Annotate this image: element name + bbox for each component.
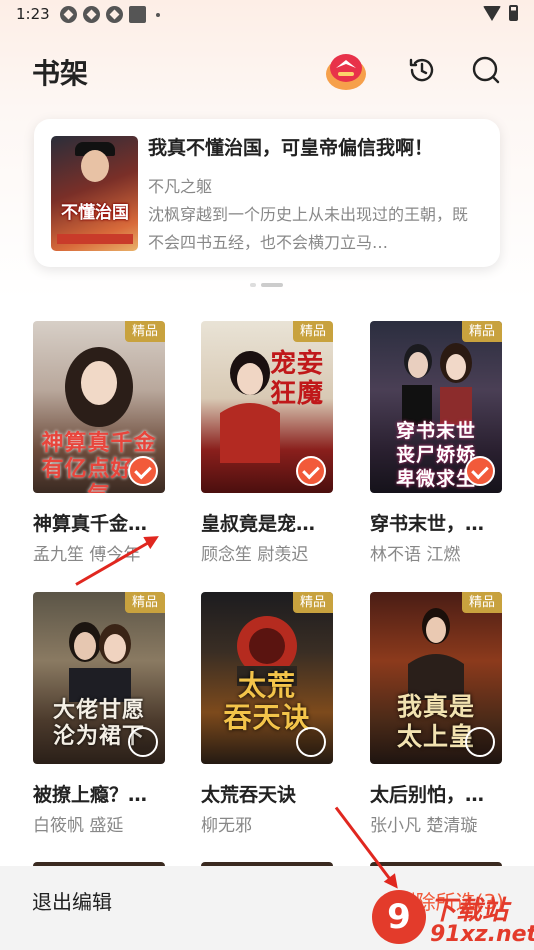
book-cover: 宠妾狂魔 精品 <box>201 321 333 493</box>
book-authors: 顾念笙 尉羡迟 <box>201 545 309 565</box>
cover-art-banner <box>57 234 133 244</box>
app-notification-icon <box>60 6 77 23</box>
premium-tag: 精品 <box>125 321 165 342</box>
history-icon[interactable] <box>406 54 438 86</box>
pager-dot <box>250 283 256 287</box>
book-title: 太后别怕，… <box>370 784 485 806</box>
featured-book-title: 我真不懂治国，可皇帝偏信我啊！ <box>148 137 434 159</box>
cover-figure-face <box>81 150 109 182</box>
selected-check-icon[interactable] <box>128 456 158 486</box>
selected-check-icon[interactable] <box>296 456 326 486</box>
system-icons <box>483 5 518 21</box>
carousel-pager <box>250 283 283 287</box>
battery-icon <box>509 5 518 21</box>
book-cover: 我真是 太上皇 精品 <box>370 592 502 764</box>
featured-book-author: 不凡之躯 <box>148 177 213 196</box>
status-bar: 1:23 <box>0 0 534 30</box>
page-title: 书架 <box>32 57 89 90</box>
book-authors: 张小凡 楚清璇 <box>370 816 478 836</box>
search-icon[interactable] <box>470 54 502 86</box>
cover-figure <box>408 608 464 700</box>
book-cover: 神算真千金有亿点好运气 精品 <box>33 321 165 493</box>
featured-book-card[interactable]: 不懂治国 我真不懂治国，可皇帝偏信我啊！ 不凡之躯 沈枫穿越到一个历史上从未出现… <box>34 119 500 267</box>
more-notifications-icon <box>156 12 160 17</box>
app-notification-icon <box>83 6 100 23</box>
premium-tag: 精品 <box>125 592 165 613</box>
cover-art-title: 不懂治国 <box>61 203 129 223</box>
cover-figure <box>402 343 472 425</box>
unselected-check-icon[interactable] <box>465 727 495 757</box>
selected-check-icon[interactable] <box>465 456 495 486</box>
exit-edit-button[interactable]: 退出编辑 <box>32 886 112 915</box>
site-watermark: 9 下载站 91xz.net <box>372 888 534 950</box>
cover-art-text: 太荒 吞天诀 <box>223 669 311 734</box>
app-notification-icon <box>129 6 146 23</box>
cover-art-text: 宠妾狂魔 <box>269 349 324 409</box>
notification-icons <box>60 6 160 23</box>
app-notification-icon <box>106 6 123 23</box>
premium-tag: 精品 <box>293 592 333 613</box>
wifi-icon <box>483 5 501 21</box>
book-cover: 太荒 吞天诀 精品 <box>201 592 333 764</box>
featured-book-cover: 不懂治国 <box>51 136 138 251</box>
book-title: 神算真千金… <box>33 513 148 535</box>
book-authors: 柳无邪 <box>201 816 252 836</box>
book-authors: 白筱帆 盛延 <box>33 816 124 836</box>
header: 书架 <box>0 48 534 92</box>
mascot-icon[interactable] <box>324 48 368 92</box>
premium-tag: 精品 <box>293 321 333 342</box>
cover-figure <box>69 622 131 702</box>
book-title: 被撩上瘾？… <box>33 784 148 806</box>
premium-tag: 精品 <box>462 321 502 342</box>
book-cover: 穿书末世 丧尸娇娇 卑微求生 精品 <box>370 321 502 493</box>
cover-figure <box>65 347 133 427</box>
premium-tag: 精品 <box>462 592 502 613</box>
book-title: 皇叔竟是宠… <box>201 513 316 535</box>
unselected-check-icon[interactable] <box>296 727 326 757</box>
watermark-url: 91xz.net <box>430 922 534 947</box>
status-time: 1:23 <box>16 5 50 23</box>
book-title: 穿书末世，… <box>370 513 485 535</box>
book-title: 太荒吞天诀 <box>201 784 297 806</box>
book-cover: 大佬甘愿 沦为裙下 精品 <box>33 592 165 764</box>
pager-dot-active <box>261 283 283 287</box>
featured-book-description: 沈枫穿越到一个历史上从未出现过的王朝，既不会四书五经，也不会横刀立马… <box>148 205 469 252</box>
watermark-logo: 9 <box>372 890 426 944</box>
unselected-check-icon[interactable] <box>128 727 158 757</box>
book-authors: 林不语 江燃 <box>370 545 461 565</box>
